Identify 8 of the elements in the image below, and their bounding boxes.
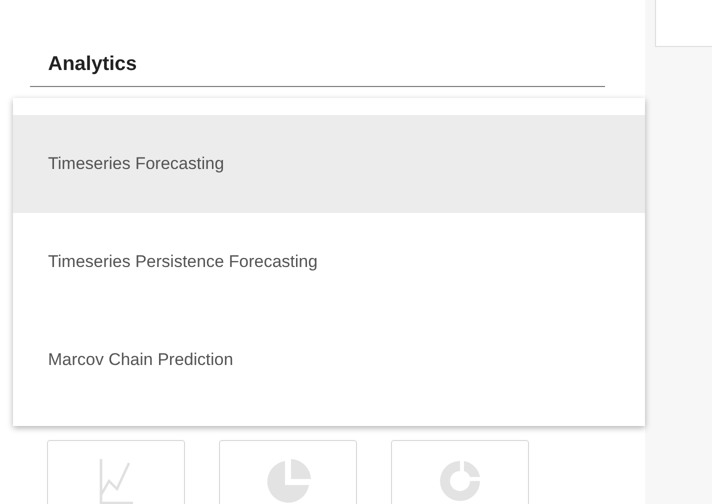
menu-item[interactable]: Timeseries Persistence Forecasting xyxy=(13,213,645,311)
section-heading: Analytics xyxy=(30,50,605,87)
chart-type-button[interactable] xyxy=(391,440,529,504)
chart-type-button[interactable] xyxy=(47,440,185,504)
menu-item[interactable]: Marcov Chain Prediction xyxy=(13,311,645,409)
line-chart-icon xyxy=(99,457,133,504)
menu-item[interactable]: Timeseries Forecasting xyxy=(13,115,645,213)
chart-type-button[interactable] xyxy=(219,440,357,504)
